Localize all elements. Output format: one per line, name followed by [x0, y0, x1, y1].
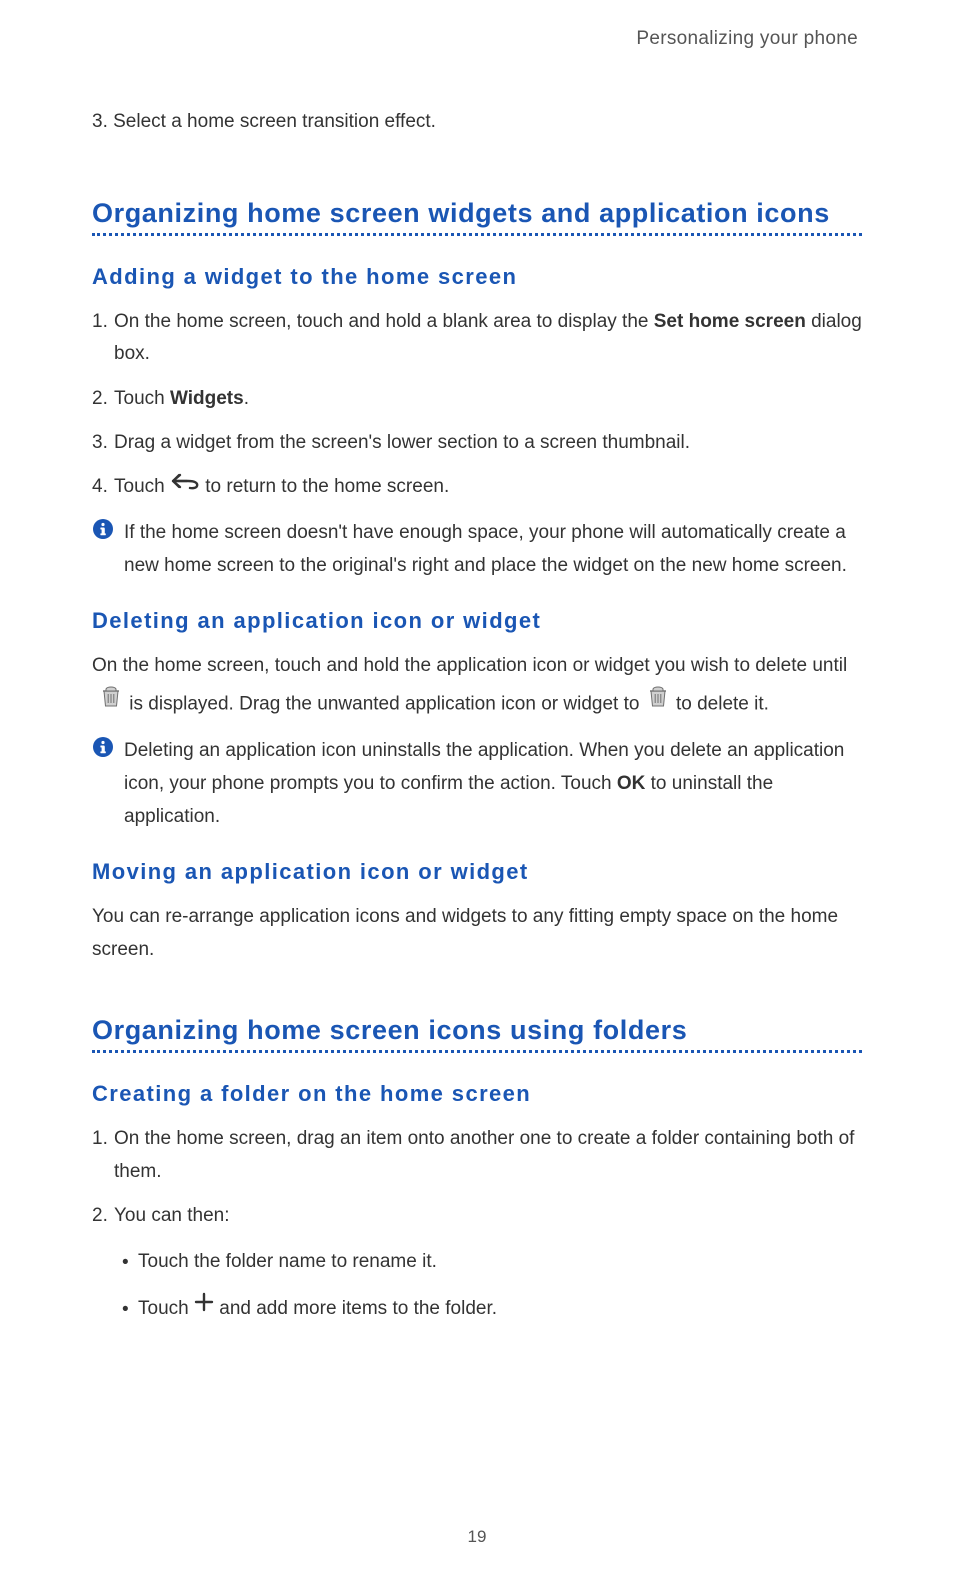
section2-divider	[92, 1050, 862, 1053]
page-number: 19	[0, 1527, 954, 1547]
list-item: • Touch the folder name to rename it.	[122, 1246, 862, 1278]
section1-divider	[92, 233, 862, 236]
info-text: If the home screen doesn't have enough s…	[124, 516, 862, 583]
list-number: 3.	[92, 427, 114, 459]
plus-icon	[194, 1291, 214, 1323]
s1s1-item4: 4. Touch to return to the home screen.	[92, 471, 862, 503]
list-number: 1.	[92, 306, 114, 371]
list-text: Touch and add more items to the folder.	[138, 1293, 862, 1325]
section2-sub1-title: Creating a folder on the home screen	[92, 1081, 862, 1107]
text-run: .	[244, 388, 249, 409]
list-number: 4.	[92, 471, 114, 503]
list-text: Touch to return to the home screen.	[114, 471, 862, 503]
intro-step-3: 3. Select a home screen transition effec…	[92, 108, 862, 137]
text-run: is displayed. Drag the unwanted applicat…	[129, 694, 644, 715]
list-number: 1.	[92, 1123, 114, 1188]
back-icon	[170, 469, 200, 501]
text-run: On the home screen, touch and hold a bla…	[114, 311, 654, 332]
section1-sub1-title: Adding a widget to the home screen	[92, 264, 862, 290]
info-icon	[92, 734, 124, 834]
s1s1-info: If the home screen doesn't have enough s…	[92, 516, 862, 583]
chapter-title: Personalizing your phone	[92, 28, 862, 50]
s2s1-item2: 2. You can then:	[92, 1200, 862, 1232]
list-number: 2.	[92, 383, 114, 415]
list-text: Touch Widgets.	[114, 383, 862, 415]
list-item: • Touch and add more items to the folder…	[122, 1293, 862, 1325]
text-run: Touch	[114, 476, 170, 497]
s1s2-lead: On the home screen, touch and hold the a…	[92, 650, 862, 682]
list-text: Drag a widget from the screen's lower se…	[114, 427, 862, 459]
text-run: and add more items to the folder.	[219, 1298, 497, 1319]
page-root: Personalizing your phone 3. Select a hom…	[0, 0, 954, 1577]
s2s1-sublist: • Touch the folder name to rename it. • …	[92, 1246, 862, 1325]
text-run: to delete it.	[676, 694, 769, 715]
trash-icon	[102, 686, 120, 719]
s1s3-text: You can re-arrange application icons and…	[92, 901, 862, 966]
list-text: On the home screen, drag an item onto an…	[114, 1123, 862, 1188]
info-text: Deleting an application icon uninstalls …	[124, 734, 862, 834]
list-text: On the home screen, touch and hold a bla…	[114, 306, 862, 371]
s1s1-item2: 2. Touch Widgets.	[92, 383, 862, 415]
s1s1-item1: 1. On the home screen, touch and hold a …	[92, 306, 862, 371]
section2-title: Organizing home screen icons using folde…	[92, 1012, 862, 1048]
s2s1-item1: 1. On the home screen, drag an item onto…	[92, 1123, 862, 1188]
s1s2-line2: is displayed. Drag the unwanted applicat…	[92, 688, 862, 721]
bullet-icon: •	[122, 1294, 138, 1326]
text-run: to return to the home screen.	[205, 476, 449, 497]
s1s2-info: Deleting an application icon uninstalls …	[92, 734, 862, 834]
info-icon	[92, 516, 124, 583]
section1-sub3-title: Moving an application icon or widget	[92, 859, 862, 885]
list-number: 2.	[92, 1200, 114, 1232]
list-text: You can then:	[114, 1200, 862, 1232]
bold-run: Widgets	[170, 388, 244, 409]
bullet-icon: •	[122, 1247, 138, 1279]
bold-run: Set home screen	[654, 311, 806, 332]
s1s1-item3: 3. Drag a widget from the screen's lower…	[92, 427, 862, 459]
section1-title: Organizing home screen widgets and appli…	[92, 195, 862, 231]
text-run: Touch	[114, 388, 170, 409]
trash-icon	[649, 686, 667, 719]
section1-sub2-title: Deleting an application icon or widget	[92, 608, 862, 634]
bold-run: OK	[617, 773, 646, 794]
text-run: Touch	[138, 1298, 194, 1319]
list-text: Touch the folder name to rename it.	[138, 1246, 862, 1278]
